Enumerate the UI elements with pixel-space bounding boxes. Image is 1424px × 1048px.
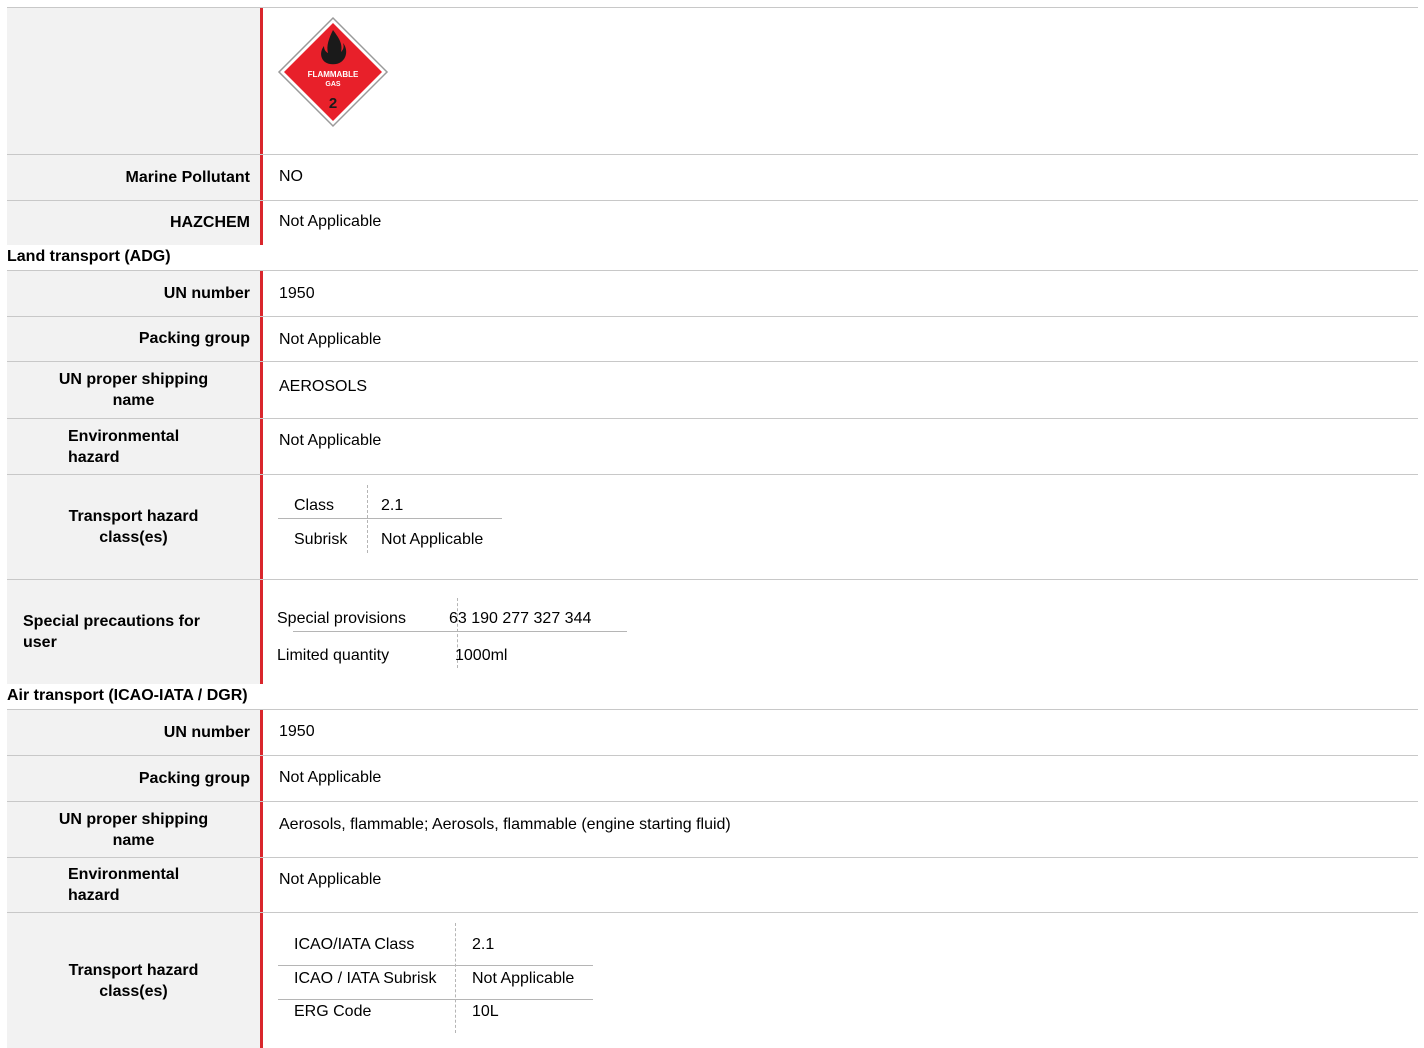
- row-value: AEROSOLS: [279, 378, 368, 395]
- placard-label-cell: [7, 8, 260, 154]
- subtable-rule: [278, 518, 502, 519]
- subtable-divider: [455, 923, 456, 1033]
- row-label: Transport hazard class(es): [7, 913, 260, 1048]
- subtable-value: 10L: [472, 1003, 499, 1020]
- row-value: Not Applicable: [279, 871, 382, 888]
- subtable-key: Special provisions: [277, 610, 406, 627]
- land-environmental-hazard-row: Environmental hazard Not Applicable: [7, 418, 1418, 474]
- row-value: NO: [279, 168, 303, 185]
- accent-bar: [260, 155, 263, 200]
- accent-bar: [260, 317, 263, 361]
- row-value: Not Applicable: [279, 213, 382, 230]
- row-label-text: UN proper shipping name: [58, 371, 209, 409]
- subtable-rule: [293, 631, 627, 632]
- subtable-key: Limited quantity: [277, 647, 390, 664]
- row-value: Not Applicable: [279, 331, 382, 348]
- marine-pollutant-row: Marine Pollutant NO: [7, 154, 1418, 200]
- air-packing-group-row: Packing group Not Applicable: [7, 755, 1418, 801]
- subtable-key: ICAO / IATA Subrisk: [294, 970, 437, 987]
- row-label: Packing group: [7, 756, 260, 801]
- subtable-value: 2.1: [472, 936, 495, 953]
- section-heading-air: Air transport (ICAO-IATA / DGR): [7, 687, 248, 704]
- accent-bar: [260, 710, 263, 755]
- placard-row: FLAMMABLE GAS 2: [7, 7, 1418, 154]
- accent-bar: [260, 201, 263, 245]
- subtable-key: Subrisk: [294, 531, 348, 548]
- accent-bar: [260, 271, 263, 316]
- row-label: UN number: [7, 710, 260, 755]
- placard-text-flammable: FLAMMABLE: [308, 70, 359, 79]
- subtable-value: Not Applicable: [381, 531, 484, 548]
- accent-bar: [260, 362, 263, 418]
- land-shipping-name-row: UN proper shipping name AEROSOLS: [7, 361, 1418, 418]
- accent-bar: [260, 8, 263, 154]
- accent-bar: [260, 756, 263, 801]
- air-un-number-row: UN number 1950: [7, 709, 1418, 755]
- row-label-text: Transport hazard class(es): [68, 508, 199, 546]
- row-label: HAZCHEM: [7, 201, 260, 245]
- row-value: 1950: [279, 285, 315, 302]
- row-label: Transport hazard class(es): [7, 475, 260, 579]
- accent-bar: [260, 580, 263, 684]
- subtable-rule: [278, 999, 593, 1000]
- land-special-precautions-row: Special precautions for user Special pro…: [7, 579, 1418, 684]
- accent-bar: [260, 858, 263, 912]
- row-label-text: Transport hazard class(es): [68, 961, 199, 1000]
- row-value: Not Applicable: [279, 769, 382, 786]
- row-label: UN proper shipping name: [7, 362, 260, 418]
- section-heading-land: Land transport (ADG): [7, 248, 171, 265]
- land-un-number-row: UN number 1950: [7, 270, 1418, 316]
- row-value: 1950: [279, 723, 315, 740]
- subtable-value: Not Applicable: [472, 970, 575, 987]
- accent-bar: [260, 475, 263, 579]
- subtable-divider: [367, 485, 368, 553]
- air-transport-hazard-class-row: Transport hazard class(es) ICAO/IATA Cla…: [7, 912, 1418, 1048]
- subtable-key: ICAO/IATA Class: [294, 936, 415, 953]
- row-label-text: Special precautions for user: [23, 613, 200, 651]
- row-label: Environmental hazard: [7, 858, 260, 912]
- row-label: Marine Pollutant: [7, 155, 260, 200]
- row-label: Packing group: [7, 317, 260, 361]
- placard-class-number: 2: [329, 95, 337, 112]
- subtable-value: 1000ml: [455, 647, 508, 664]
- subtable-key: ERG Code: [294, 1003, 372, 1020]
- row-label: Environmental hazard: [7, 419, 260, 474]
- land-transport-hazard-class-row: Transport hazard class(es) Class 2.1 Sub…: [7, 474, 1418, 579]
- accent-bar: [260, 913, 263, 1048]
- accent-bar: [260, 419, 263, 474]
- air-shipping-name-row: UN proper shipping name Aerosols, flamma…: [7, 801, 1418, 857]
- placard-text-gas: GAS: [325, 81, 341, 88]
- row-value: Not Applicable: [279, 432, 382, 449]
- row-label: Special precautions for user: [7, 580, 260, 684]
- row-label: UN number: [7, 271, 260, 316]
- row-label-text: Environmental hazard: [68, 427, 180, 466]
- air-environmental-hazard-row: Environmental hazard Not Applicable: [7, 857, 1418, 912]
- subtable-key: Class: [294, 497, 335, 514]
- accent-bar: [260, 802, 263, 857]
- subtable-rule: [278, 965, 593, 966]
- row-label-text: UN proper shipping name: [58, 810, 209, 849]
- row-label: UN proper shipping name: [7, 802, 260, 857]
- subtable-value: 2.1: [381, 497, 404, 514]
- hazchem-row: HAZCHEM Not Applicable: [7, 200, 1418, 245]
- land-packing-group-row: Packing group Not Applicable: [7, 316, 1418, 361]
- row-value: Aerosols, flammable; Aerosols, flammable…: [279, 816, 731, 833]
- row-label-text: Environmental hazard: [68, 866, 180, 904]
- flammable-gas-placard-icon: FLAMMABLE GAS 2: [277, 16, 389, 128]
- subtable-value: 63 190 277 327 344: [449, 610, 592, 627]
